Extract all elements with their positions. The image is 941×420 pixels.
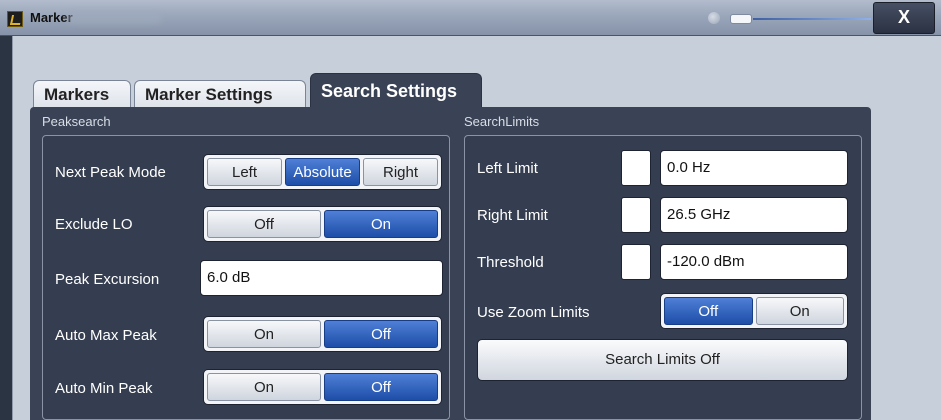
left-limit-checkbox[interactable] (621, 150, 651, 186)
auto-min-peak-toggle: On Off (203, 369, 442, 405)
left-limit-label: Left Limit (477, 160, 538, 177)
search-limits-off-button[interactable]: Search Limits Off (477, 339, 848, 381)
search-settings-panel: Peaksearch Next Peak Mode Left Absolute … (30, 107, 871, 420)
threshold-checkbox[interactable] (621, 244, 651, 280)
peak-excursion-label: Peak Excursion (55, 271, 160, 288)
exclude-lo-label: Exclude LO (55, 216, 133, 233)
title-bar: Marker X (0, 0, 941, 36)
zoom-limits-on-option[interactable]: On (755, 297, 844, 325)
right-limit-checkbox[interactable] (621, 197, 651, 233)
search-limits-title: SearchLimits (464, 114, 540, 129)
auto-min-peak-label: Auto Min Peak (55, 380, 153, 397)
slider-track[interactable] (753, 18, 871, 20)
exclude-lo-toggle: Off On (203, 206, 442, 242)
tab-marker-settings[interactable]: Marker Settings (134, 80, 306, 109)
peaksearch-title: Peaksearch (42, 114, 111, 129)
next-peak-absolute-option[interactable]: Absolute (285, 158, 360, 186)
tab-search-settings[interactable]: Search Settings (310, 73, 482, 109)
title-blur (66, 12, 162, 24)
tab-markers[interactable]: Markers (33, 80, 131, 109)
exclude-lo-off-option[interactable]: Off (207, 210, 321, 238)
transparency-slider[interactable] (700, 6, 880, 32)
next-peak-mode-label: Next Peak Mode (55, 164, 166, 181)
left-limit-field[interactable]: 0.0 Hz (660, 150, 848, 186)
auto-max-peak-toggle: On Off (203, 316, 442, 352)
auto-max-peak-on-option[interactable]: On (207, 320, 321, 348)
peak-excursion-field[interactable]: 6.0 dB (200, 260, 443, 296)
auto-max-peak-off-option[interactable]: Off (324, 320, 438, 348)
zoom-limits-off-option[interactable]: Off (664, 297, 753, 325)
slider-thumb[interactable] (730, 14, 752, 24)
threshold-label: Threshold (477, 254, 544, 271)
auto-min-peak-on-option[interactable]: On (207, 373, 321, 401)
app-logo-icon (7, 11, 23, 27)
use-zoom-limits-toggle: Off On (660, 293, 848, 329)
transparency-icon (708, 12, 720, 24)
use-zoom-limits-label: Use Zoom Limits (477, 304, 590, 321)
auto-min-peak-off-option[interactable]: Off (324, 373, 438, 401)
next-peak-right-option[interactable]: Right (363, 158, 438, 186)
next-peak-left-option[interactable]: Left (207, 158, 282, 186)
close-button[interactable]: X (873, 2, 935, 34)
right-limit-label: Right Limit (477, 207, 548, 224)
next-peak-mode-selector: Left Absolute Right (203, 154, 442, 190)
exclude-lo-on-option[interactable]: On (324, 210, 438, 238)
threshold-field[interactable]: -120.0 dBm (660, 244, 848, 280)
right-limit-field[interactable]: 26.5 GHz (660, 197, 848, 233)
auto-max-peak-label: Auto Max Peak (55, 327, 157, 344)
search-limits-group: Left Limit 0.0 Hz Right Limit 26.5 GHz T… (464, 135, 862, 420)
marker-dialog: Markers Marker Settings Search Settings … (12, 36, 941, 420)
peaksearch-group: Next Peak Mode Left Absolute Right Exclu… (42, 135, 450, 420)
